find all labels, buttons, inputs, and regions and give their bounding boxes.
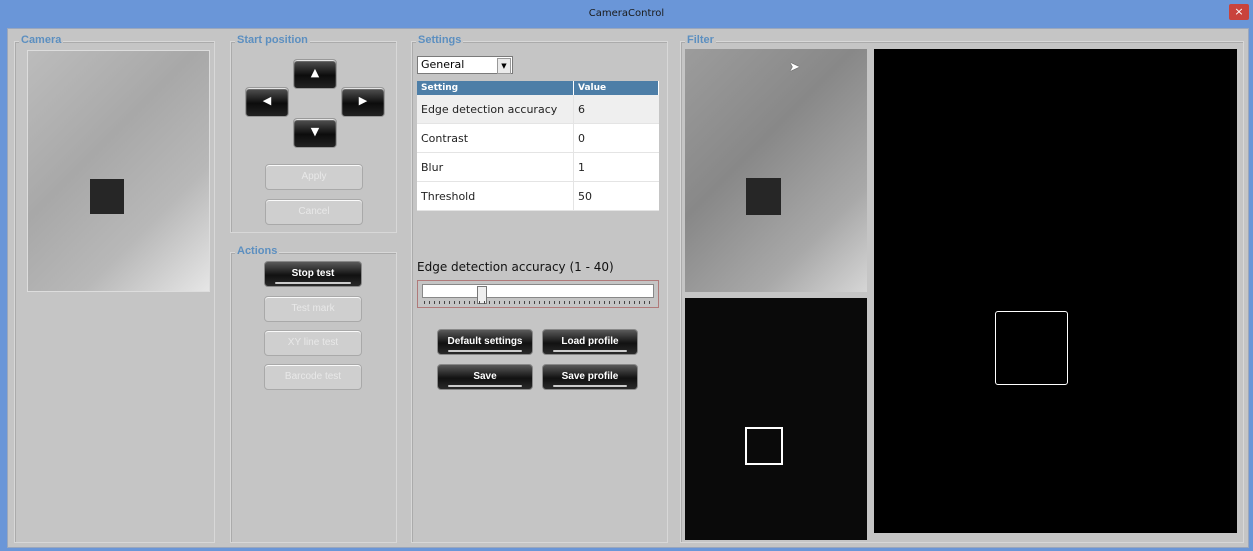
- target-square: [90, 179, 124, 214]
- arrow-right-icon: ▶: [358, 94, 368, 107]
- filter-group-label: Filter: [685, 34, 716, 46]
- move-up-button[interactable]: ▲: [293, 59, 337, 89]
- setting-value[interactable]: 6: [573, 95, 659, 124]
- default-settings-button[interactable]: Default settings: [437, 329, 533, 355]
- column-header-value[interactable]: Value: [573, 81, 659, 95]
- title-bar: CameraControl ×: [0, 0, 1253, 28]
- settings-table: Setting Value Edge detection accuracy 6 …: [417, 81, 659, 211]
- chevron-down-icon[interactable]: ▼: [497, 58, 511, 74]
- target-square: [746, 178, 781, 215]
- move-left-button[interactable]: ◀: [245, 87, 289, 117]
- table-row[interactable]: Blur 1: [417, 152, 659, 182]
- close-icon[interactable]: ×: [1229, 4, 1249, 20]
- settings-category-select[interactable]: General ▼: [417, 56, 513, 74]
- main-window: Camera Start position ▲ ◀ ▶ ▼ Apply Canc…: [7, 28, 1249, 548]
- setting-value[interactable]: 1: [573, 152, 659, 182]
- table-row[interactable]: Contrast 0: [417, 123, 659, 153]
- setting-name: Edge detection accuracy: [417, 95, 574, 124]
- move-down-button[interactable]: ▼: [293, 118, 337, 148]
- slider-track[interactable]: [422, 284, 654, 304]
- save-profile-button[interactable]: Save profile: [542, 364, 638, 390]
- load-profile-button[interactable]: Load profile: [542, 329, 638, 355]
- arrow-up-icon: ▲: [310, 66, 320, 79]
- setting-value[interactable]: 50: [573, 181, 659, 211]
- window-title: CameraControl: [588, 8, 665, 19]
- filter-edge-preview: [685, 298, 867, 540]
- filter-grayscale-preview: [685, 49, 867, 292]
- setting-value[interactable]: 0: [573, 123, 659, 153]
- setting-name: Threshold: [417, 181, 574, 211]
- arrow-down-icon: ▼: [310, 125, 320, 138]
- slider-label: Edge detection accuracy (1 - 40): [417, 260, 614, 274]
- table-row[interactable]: Threshold 50: [417, 181, 659, 211]
- setting-name: Contrast: [417, 123, 574, 153]
- stop-test-button[interactable]: Stop test: [264, 261, 362, 287]
- slider-ticks: [424, 301, 650, 304]
- move-right-button[interactable]: ▶: [341, 87, 385, 117]
- start-position-label: Start position: [235, 34, 310, 46]
- column-header-setting[interactable]: Setting: [417, 81, 574, 95]
- filter-contour-preview: [874, 49, 1237, 533]
- cancel-button[interactable]: Cancel: [265, 199, 363, 225]
- mouse-cursor-icon: ➤: [789, 60, 800, 75]
- settings-group-label: Settings: [416, 34, 464, 46]
- arrow-left-icon: ◀: [262, 94, 272, 107]
- edge-outline: [745, 427, 783, 465]
- barcode-test-button[interactable]: Barcode test: [264, 364, 362, 390]
- edge-accuracy-slider[interactable]: [417, 280, 659, 308]
- test-mark-button[interactable]: Test mark: [264, 296, 362, 322]
- settings-category-value: General: [421, 58, 465, 71]
- setting-name: Blur: [417, 152, 574, 182]
- xy-line-test-button[interactable]: XY line test: [264, 330, 362, 356]
- camera-preview: [27, 50, 210, 292]
- table-row[interactable]: Edge detection accuracy 6: [417, 95, 659, 124]
- save-button[interactable]: Save: [437, 364, 533, 390]
- camera-group-label: Camera: [19, 34, 64, 46]
- apply-button[interactable]: Apply: [265, 164, 363, 190]
- actions-group-label: Actions: [235, 245, 280, 257]
- contour-outline: [995, 311, 1068, 385]
